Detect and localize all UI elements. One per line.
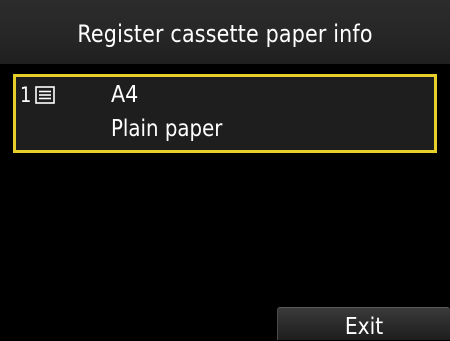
divider xyxy=(0,64,450,68)
paper-type-value: Plain paper xyxy=(111,116,223,142)
exit-button[interactable]: Exit xyxy=(277,307,450,340)
cassette-paper-item[interactable]: 1 A4 Plain paper xyxy=(13,74,437,153)
exit-button-label: Exit xyxy=(344,314,384,340)
paper-cassette-icon xyxy=(35,86,59,104)
title-bar: Register cassette paper info xyxy=(0,0,450,65)
cassette-slot-number: 1 xyxy=(20,83,32,107)
screen-title: Register cassette paper info xyxy=(77,20,373,48)
paper-size-value: A4 xyxy=(111,82,139,108)
printer-screen: Register cassette paper info 1 A4 Plain … xyxy=(0,0,450,340)
